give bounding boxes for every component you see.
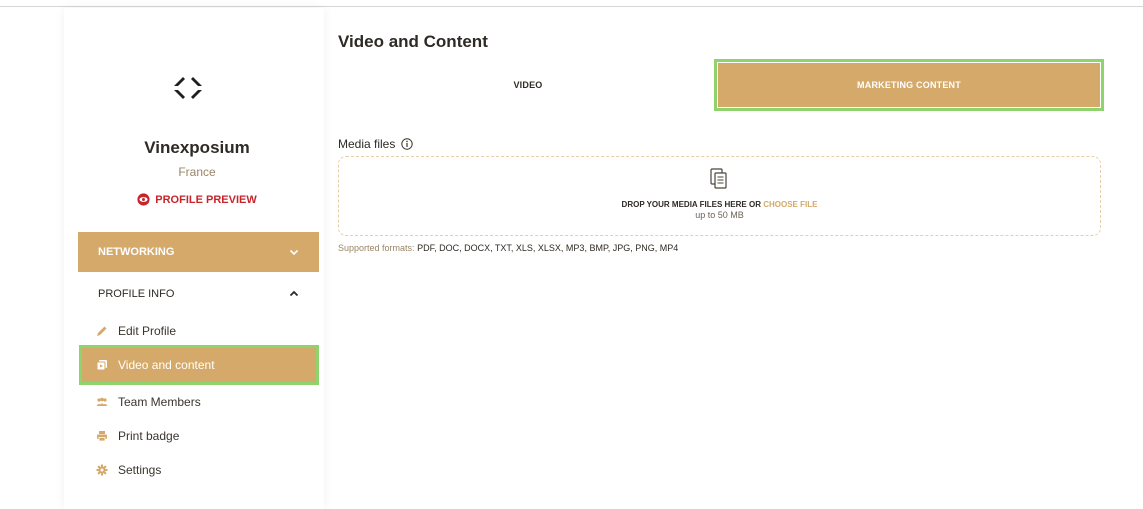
sidebar-item-label: Video and content	[118, 358, 215, 372]
top-divider	[0, 6, 1143, 7]
profile-info-section-toggle[interactable]: PROFILE INFO	[78, 282, 319, 306]
chevron-down-icon	[289, 249, 299, 256]
networking-label: NETWORKING	[98, 246, 175, 258]
team-icon	[96, 397, 108, 406]
chevron-up-icon	[289, 290, 299, 297]
sidebar-item-edit-profile[interactable]: Edit Profile	[82, 314, 316, 348]
vinexposium-logo	[174, 77, 202, 99]
media-icon	[96, 360, 107, 371]
dropzone-size-limit: up to 50 MB	[695, 210, 744, 220]
sidebar-item-label: Print badge	[118, 429, 180, 443]
supported-formats: Supported formats: PDF, DOC, DOCX, TXT, …	[338, 243, 678, 253]
dropzone-prompt-text: DROP YOUR MEDIA FILES HERE OR	[621, 200, 764, 209]
dropzone-prompt: DROP YOUR MEDIA FILES HERE OR CHOOSE FIL…	[339, 200, 1100, 209]
info-icon[interactable]	[401, 138, 414, 150]
org-name: Vinexposium	[144, 138, 250, 157]
tab-video[interactable]: VIDEO	[338, 63, 718, 107]
sidebar-item-label: Settings	[118, 463, 162, 477]
supported-formats-label: Supported formats:	[338, 243, 415, 253]
pencil-icon	[97, 326, 107, 336]
eye-icon	[137, 193, 150, 206]
sidebar-item-video-and-content[interactable]: Video and content	[79, 345, 319, 385]
media-dropzone[interactable]: DROP YOUR MEDIA FILES HERE OR CHOOSE FIL…	[338, 156, 1101, 236]
media-files-label: Media files	[338, 137, 396, 151]
profile-preview-link[interactable]: PROFILE PREVIEW	[64, 193, 330, 206]
networking-section-toggle[interactable]: NETWORKING	[78, 232, 319, 272]
media-files-heading: Media files	[338, 137, 414, 151]
printer-icon	[97, 431, 107, 442]
sidebar-item-team-members[interactable]: Team Members	[82, 385, 316, 419]
sidebar-item-print-badge[interactable]: Print badge	[82, 419, 316, 453]
tab-marketing-content[interactable]: MARKETING CONTENT	[714, 59, 1104, 111]
choose-file-link[interactable]: CHOOSE FILE	[763, 200, 817, 209]
sidebar-item-settings[interactable]: Settings	[82, 453, 316, 487]
profile-info-label: PROFILE INFO	[98, 288, 175, 300]
sidebar-item-label: Edit Profile	[118, 324, 177, 338]
documents-icon	[710, 168, 727, 189]
gear-icon	[96, 464, 108, 476]
sidebar-item-label: Team Members	[118, 395, 201, 409]
org-country: France	[178, 165, 216, 179]
profile-preview-label: PROFILE PREVIEW	[155, 193, 257, 206]
supported-formats-list: PDF, DOC, DOCX, TXT, XLS, XLSX, MP3, BMP…	[417, 243, 679, 253]
page-title: Video and Content	[338, 32, 488, 51]
